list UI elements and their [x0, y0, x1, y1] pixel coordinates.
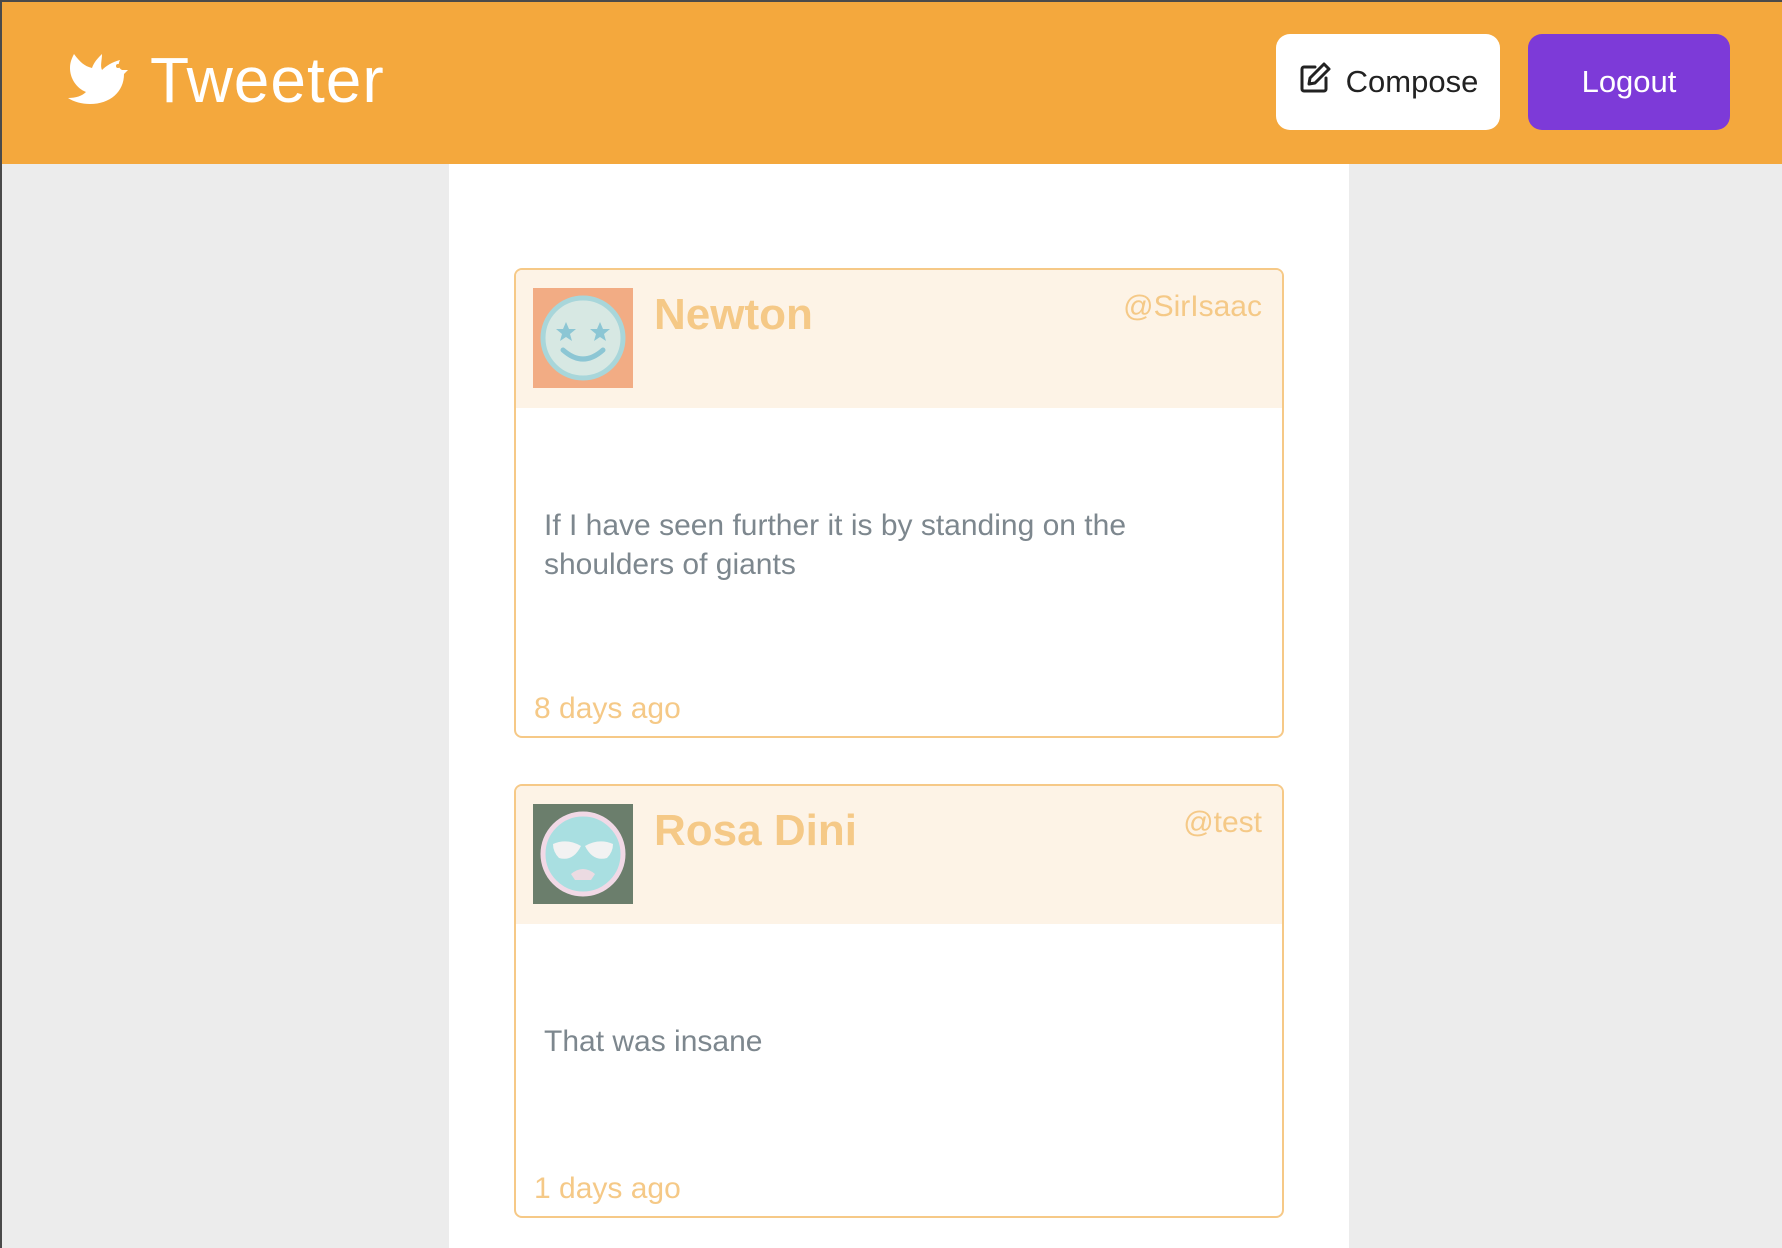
- logout-label: Logout: [1581, 64, 1677, 99]
- sunglasses-avatar-icon: [533, 804, 633, 904]
- app-window: Tweeter Compose Logout Newton @SirIsaac …: [0, 0, 1782, 1248]
- author-name: Rosa Dini: [654, 806, 857, 855]
- author-name: Newton: [654, 290, 813, 339]
- author-handle: @test: [1183, 806, 1262, 839]
- logout-button[interactable]: Logout: [1528, 34, 1730, 130]
- edit-icon: [1298, 61, 1332, 103]
- tweet-feed: Newton @SirIsaac If I have seen further …: [449, 164, 1349, 1248]
- tweet-card: Newton @SirIsaac If I have seen further …: [514, 268, 1284, 738]
- tweet-timestamp: 1 days ago: [534, 1172, 681, 1205]
- compose-label: Compose: [1345, 64, 1479, 99]
- dove-icon: [66, 48, 130, 112]
- tweet-header: Rosa Dini @test: [516, 786, 1282, 924]
- brand-name: Tweeter: [150, 44, 385, 116]
- brand[interactable]: Tweeter: [66, 40, 385, 120]
- tweet-timestamp: 8 days ago: [534, 692, 681, 725]
- author-handle: @SirIsaac: [1123, 290, 1262, 323]
- tweet-text: That was insane: [544, 1025, 763, 1058]
- top-navbar: Tweeter Compose Logout: [2, 2, 1782, 164]
- compose-button[interactable]: Compose: [1276, 34, 1500, 130]
- tweet-card: Rosa Dini @test That was insane 1 days a…: [514, 784, 1284, 1218]
- star-eyes-avatar-icon: [533, 288, 633, 388]
- tweet-header: Newton @SirIsaac: [516, 270, 1282, 408]
- tweet-text: If I have seen further it is by standing…: [544, 509, 1127, 581]
